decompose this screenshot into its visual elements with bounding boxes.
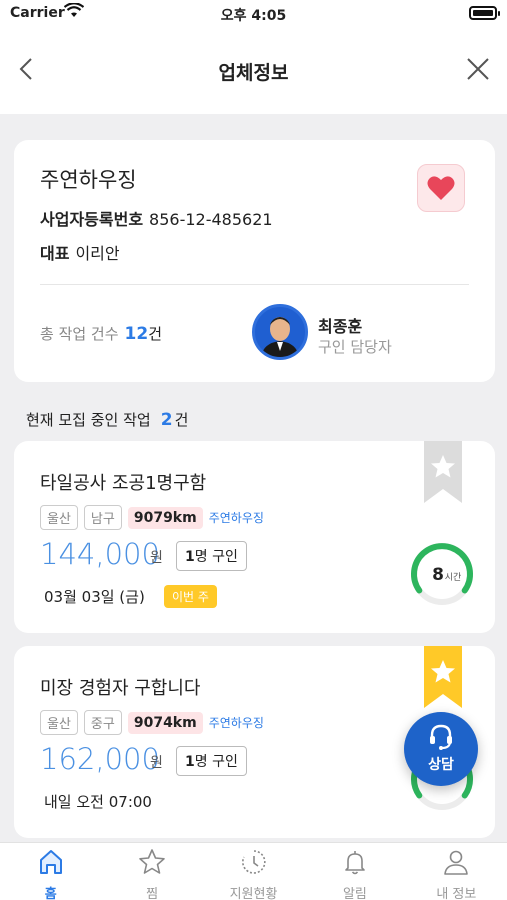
recruiting-section-title: 현재 모집 중인 작업 2 건 bbox=[26, 409, 188, 430]
consult-button[interactable]: 상담 bbox=[404, 712, 478, 786]
navigation-bar: 업체정보 bbox=[0, 28, 507, 114]
status-bar: Carrier 오후 4:05 bbox=[0, 0, 507, 28]
heart-icon bbox=[427, 176, 455, 200]
tab-bar: 홈 찜 지원현황 알림 내 정보 bbox=[0, 842, 507, 900]
price-unit: 원 bbox=[150, 755, 163, 771]
job-price: 144,000 bbox=[40, 537, 160, 571]
region-tag: 울산 bbox=[40, 710, 78, 735]
clock-time: 오후 4:05 bbox=[220, 8, 287, 24]
hire-count-label: 명 구인 bbox=[194, 549, 238, 565]
clock-icon bbox=[241, 850, 266, 874]
hire-count-label: 명 구인 bbox=[194, 754, 238, 770]
total-works: 총 작업 건수 12건 bbox=[40, 323, 162, 344]
tab-label: 내 정보 bbox=[436, 887, 477, 900]
favorite-button[interactable] bbox=[417, 164, 465, 212]
region-tag: 울산 bbox=[40, 505, 78, 530]
price-unit: 원 bbox=[150, 550, 163, 566]
company-tag: 주연하우징 bbox=[208, 511, 264, 525]
section-unit: 건 bbox=[174, 411, 189, 429]
section-label: 현재 모집 중인 작업 bbox=[26, 411, 151, 429]
manager-role: 구인 담당자 bbox=[318, 338, 392, 356]
divider bbox=[40, 284, 469, 285]
representative-label: 대표 bbox=[40, 244, 70, 263]
total-works-unit: 건 bbox=[148, 325, 163, 343]
tab-label: 찜 bbox=[146, 887, 159, 900]
work-hours-value: 8 bbox=[432, 565, 444, 585]
district-tag: 남구 bbox=[83, 505, 122, 530]
tab-my-info[interactable]: 내 정보 bbox=[406, 843, 507, 900]
bookmark-ribbon-icon[interactable] bbox=[424, 646, 462, 708]
company-tag: 주연하우징 bbox=[208, 716, 264, 730]
star-icon bbox=[139, 849, 165, 874]
bookmark-ribbon-icon[interactable] bbox=[424, 441, 462, 503]
work-hours-unit: 시간 bbox=[445, 572, 462, 583]
section-count: 2 bbox=[160, 410, 173, 430]
tab-home[interactable]: 홈 bbox=[0, 843, 101, 900]
tab-label: 홈 bbox=[44, 887, 57, 900]
job-date: 03월 03일 (금) bbox=[44, 588, 145, 606]
work-hours-gauge: 8 시간 bbox=[411, 543, 473, 605]
tab-label: 알림 bbox=[342, 887, 367, 900]
distance-tag: 9079km bbox=[127, 506, 203, 529]
job-card[interactable]: 타일공사 조공1명구함 울산 남구 9079km 주연하우징 144,000 원… bbox=[14, 441, 495, 633]
job-tags: 울산 남구 9079km 주연하우징 bbox=[40, 505, 264, 530]
job-price: 162,000 bbox=[40, 742, 160, 776]
job-title: 타일공사 조공1명구함 bbox=[40, 473, 207, 494]
headset-icon bbox=[430, 724, 452, 750]
district-tag: 중구 bbox=[83, 710, 122, 735]
company-name: 주연하우징 bbox=[40, 168, 137, 192]
tab-notifications[interactable]: 알림 bbox=[304, 843, 405, 900]
tab-favorites[interactable]: 찜 bbox=[101, 843, 202, 900]
job-title: 미장 경험자 구합니다 bbox=[40, 678, 201, 699]
distance-tag: 9074km bbox=[127, 711, 203, 734]
bell-icon bbox=[345, 851, 365, 875]
page-title: 업체정보 bbox=[218, 62, 289, 84]
representative: 대표 이리안 bbox=[40, 240, 120, 264]
tab-label: 지원현황 bbox=[229, 887, 278, 900]
representative-name: 이리안 bbox=[75, 244, 120, 263]
hire-count-number: 1 bbox=[185, 549, 195, 565]
job-tags: 울산 중구 9074km 주연하우징 bbox=[40, 710, 264, 735]
total-works-count: 12 bbox=[124, 324, 149, 344]
job-date: 내일 오전 07:00 bbox=[44, 793, 152, 811]
business-number: 사업자등록번호 856-12-485621 bbox=[40, 206, 273, 230]
this-week-badge: 이번 주 bbox=[164, 585, 217, 608]
close-button[interactable] bbox=[463, 54, 493, 84]
tab-applications[interactable]: 지원현황 bbox=[203, 843, 304, 900]
total-works-label: 총 작업 건수 bbox=[40, 325, 119, 343]
home-icon bbox=[39, 850, 62, 874]
company-card: 주연하우징 사업자등록번호 856-12-485621 대표 이리안 총 작업 건수… bbox=[14, 140, 495, 382]
person-icon bbox=[444, 850, 469, 875]
hire-count: 1명 구인 bbox=[176, 541, 247, 571]
consult-label: 상담 bbox=[428, 757, 454, 773]
battery-icon bbox=[469, 6, 500, 20]
hire-count-number: 1 bbox=[185, 754, 195, 770]
business-number-value: 856-12-485621 bbox=[149, 210, 273, 229]
manager-avatar bbox=[252, 304, 308, 360]
close-icon bbox=[467, 58, 489, 80]
manager-name: 최종훈 bbox=[318, 317, 363, 336]
business-number-label: 사업자등록번호 bbox=[40, 210, 144, 229]
hire-count: 1명 구인 bbox=[176, 746, 247, 776]
